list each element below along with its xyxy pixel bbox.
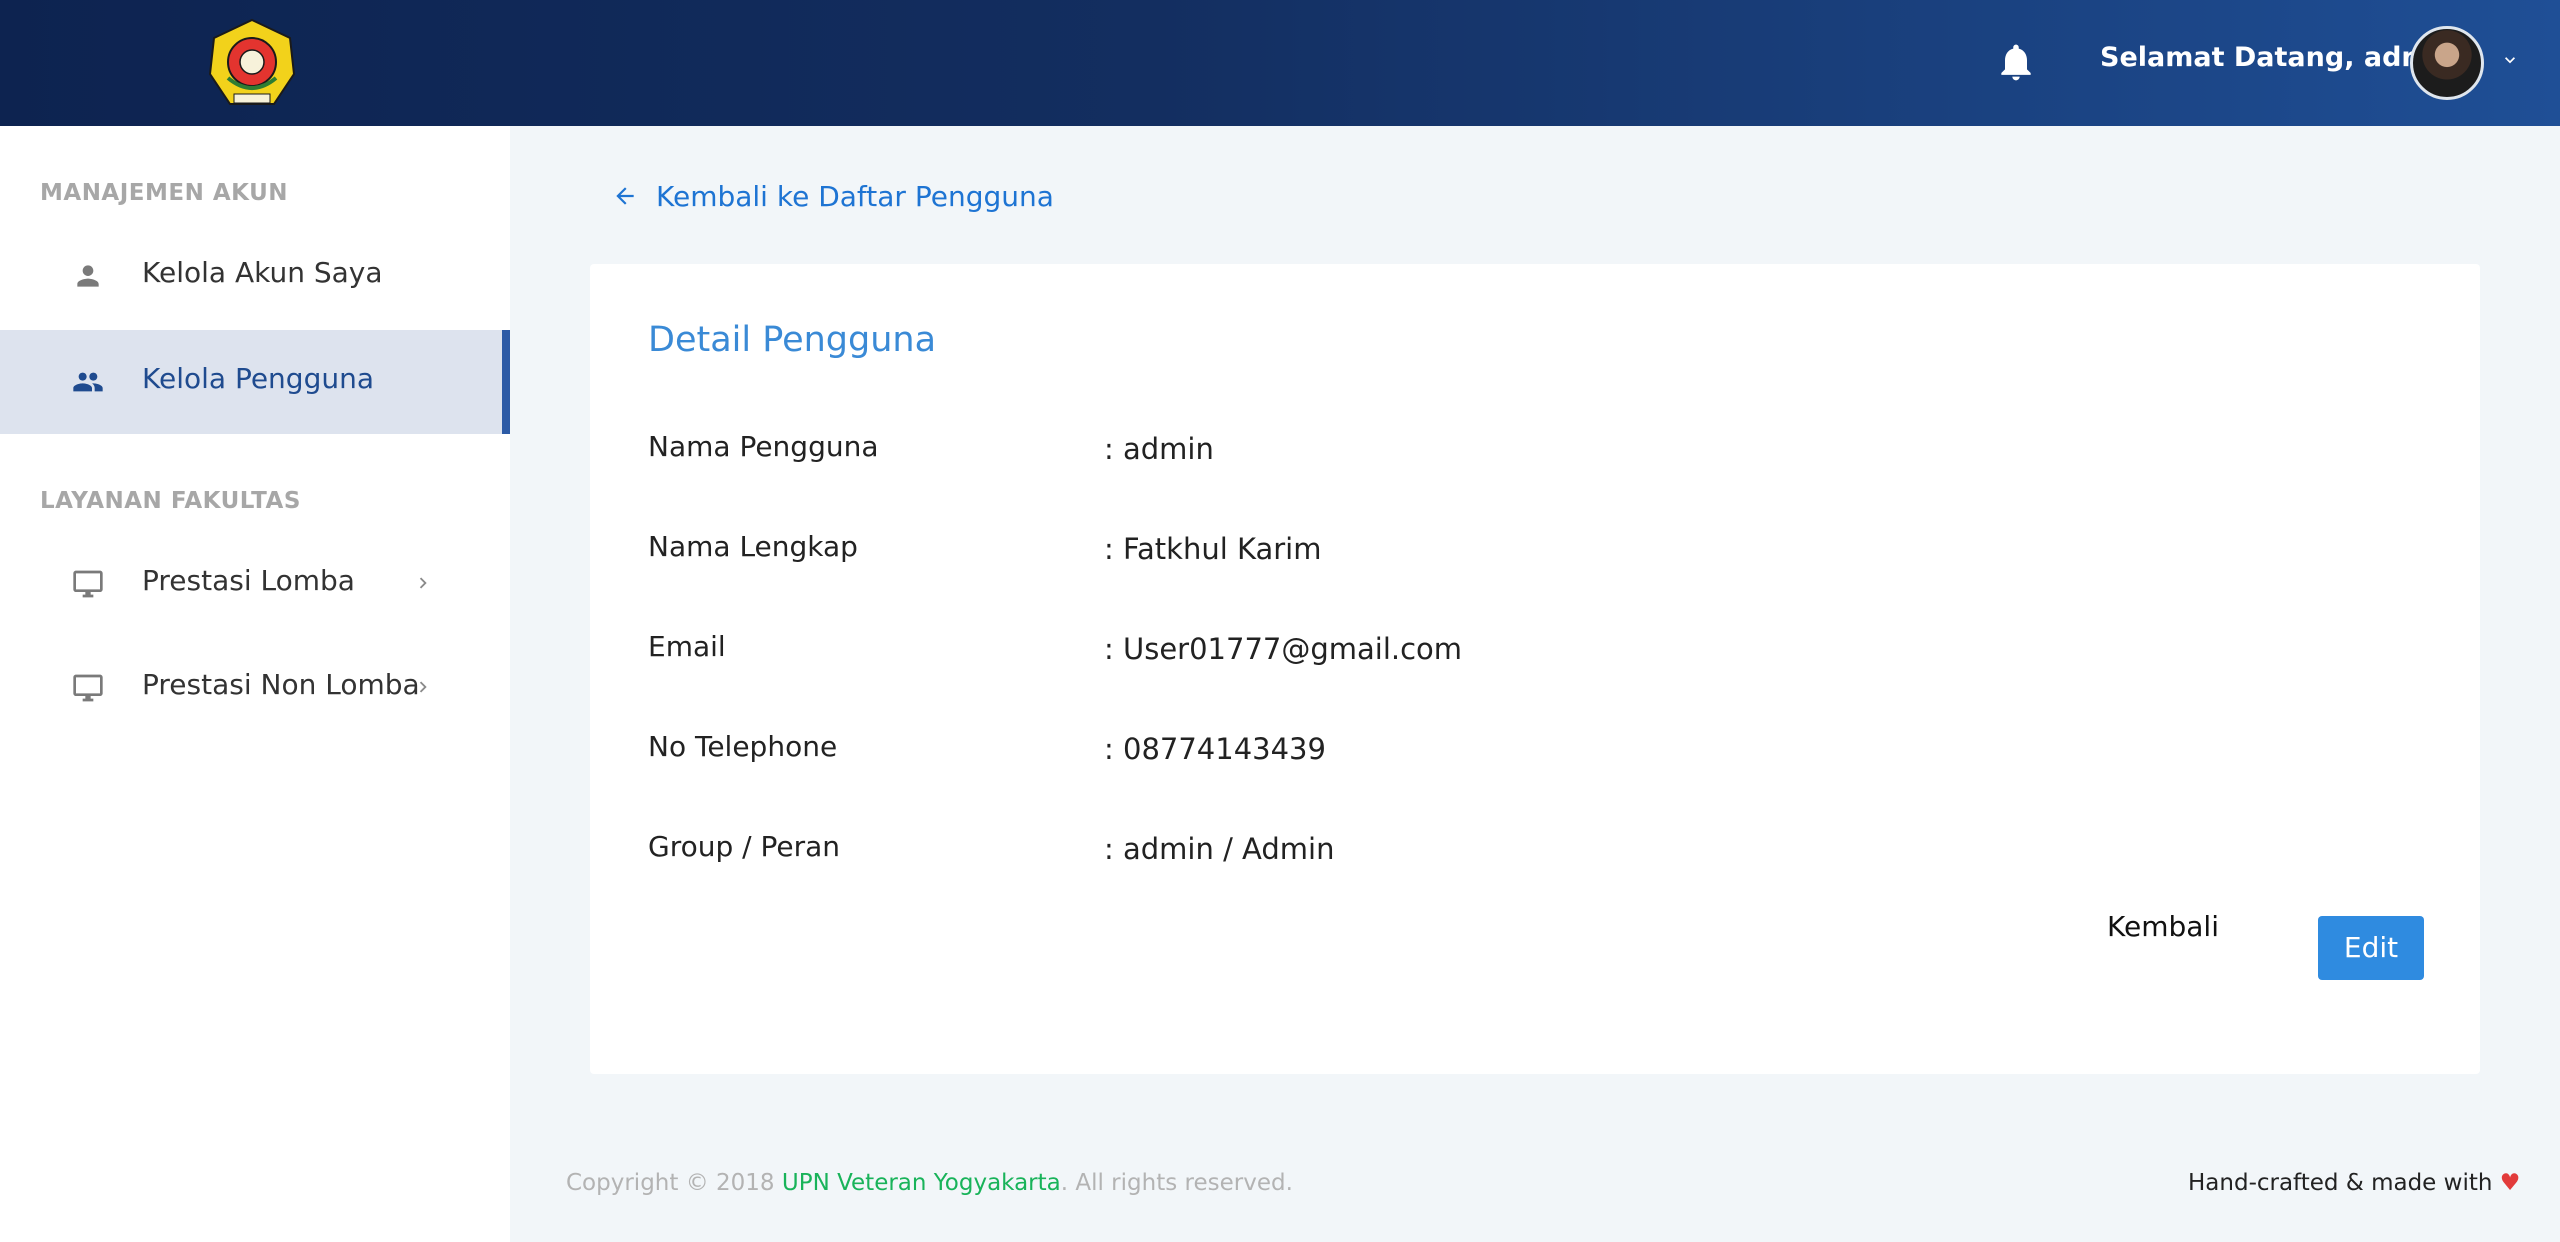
- back-link-label: Kembali ke Daftar Pengguna: [656, 179, 1054, 213]
- handcrafted-text: Hand-crafted & made with: [2188, 1170, 2500, 1196]
- sidebar-item-label: Kelola Akun Saya: [142, 256, 383, 289]
- field-label: Group / Peran: [648, 830, 841, 863]
- sidebar-item-kelola-akun-saya[interactable]: Kelola Akun Saya: [0, 224, 510, 328]
- people-icon: [72, 366, 104, 398]
- monitor-icon: [72, 568, 104, 600]
- field-label: Nama Lengkap: [648, 530, 858, 563]
- welcome-text: Selamat Datang, admin: [2100, 42, 2459, 73]
- chevron-right-icon: [412, 676, 434, 698]
- field-value: : 08774143439: [1104, 732, 1326, 766]
- card-title: Detail Pengguna: [648, 320, 937, 360]
- notification-bell-icon[interactable]: [1994, 40, 2038, 84]
- sidebar-item-label: Kelola Pengguna: [142, 362, 374, 395]
- chevron-right-icon: [412, 572, 434, 594]
- copyright-prefix: Copyright © 2018: [566, 1170, 782, 1196]
- field-label: Nama Pengguna: [648, 430, 879, 463]
- sidebar-section-account: MANAJEMEN AKUN: [40, 180, 289, 206]
- sidebar-item-prestasi-lomba[interactable]: Prestasi Lomba: [0, 532, 510, 636]
- user-detail-card: Detail Pengguna Nama Pengguna : admin Na…: [590, 264, 2480, 1074]
- university-link[interactable]: UPN Veteran Yogyakarta: [782, 1170, 1061, 1196]
- field-label: Email: [648, 630, 726, 663]
- field-value: : User01777@gmail.com: [1104, 632, 1463, 666]
- university-logo[interactable]: [204, 16, 300, 112]
- sidebar-item-prestasi-non-lomba[interactable]: Prestasi Non Lomba: [0, 636, 510, 740]
- sidebar: MANAJEMEN AKUN Kelola Akun Saya Kelola P…: [0, 126, 510, 1242]
- sidebar-item-label: Prestasi Lomba: [142, 564, 355, 597]
- detail-row-fullname: Nama Lengkap : Fatkhul Karim: [648, 530, 2428, 570]
- copyright-suffix: . All rights reserved.: [1060, 1170, 1293, 1196]
- top-navbar: Selamat Datang, admin: [0, 0, 2560, 126]
- field-value: : Fatkhul Karim: [1104, 532, 1322, 566]
- detail-row-group-role: Group / Peran : admin / Admin: [648, 830, 2428, 870]
- user-avatar[interactable]: [2410, 26, 2484, 100]
- back-to-user-list-link[interactable]: Kembali ke Daftar Pengguna: [612, 178, 1054, 214]
- footer-credit: Hand-crafted & made with ♥: [2188, 1170, 2520, 1196]
- detail-row-phone: No Telephone : 08774143439: [648, 730, 2428, 770]
- heart-icon: ♥: [2499, 1170, 2521, 1196]
- sidebar-section-faculty: LAYANAN FAKULTAS: [40, 488, 301, 514]
- field-value: : admin: [1104, 432, 1214, 466]
- arrow-left-icon: [616, 187, 634, 205]
- field-value: : admin / Admin: [1104, 832, 1335, 866]
- detail-row-email: Email : User01777@gmail.com: [648, 630, 2428, 670]
- chevron-down-icon[interactable]: [2500, 50, 2520, 70]
- sidebar-item-kelola-pengguna[interactable]: Kelola Pengguna: [0, 330, 510, 434]
- sidebar-item-label: Prestasi Non Lomba: [142, 668, 420, 701]
- footer-copyright: Copyright © 2018 UPN Veteran Yogyakarta.…: [566, 1170, 1293, 1196]
- kembali-button[interactable]: Kembali: [2098, 904, 2228, 950]
- person-icon: [72, 260, 104, 292]
- monitor-icon: [72, 672, 104, 704]
- edit-button[interactable]: Edit: [2318, 916, 2424, 980]
- detail-row-username: Nama Pengguna : admin: [648, 430, 2428, 470]
- field-label: No Telephone: [648, 730, 838, 763]
